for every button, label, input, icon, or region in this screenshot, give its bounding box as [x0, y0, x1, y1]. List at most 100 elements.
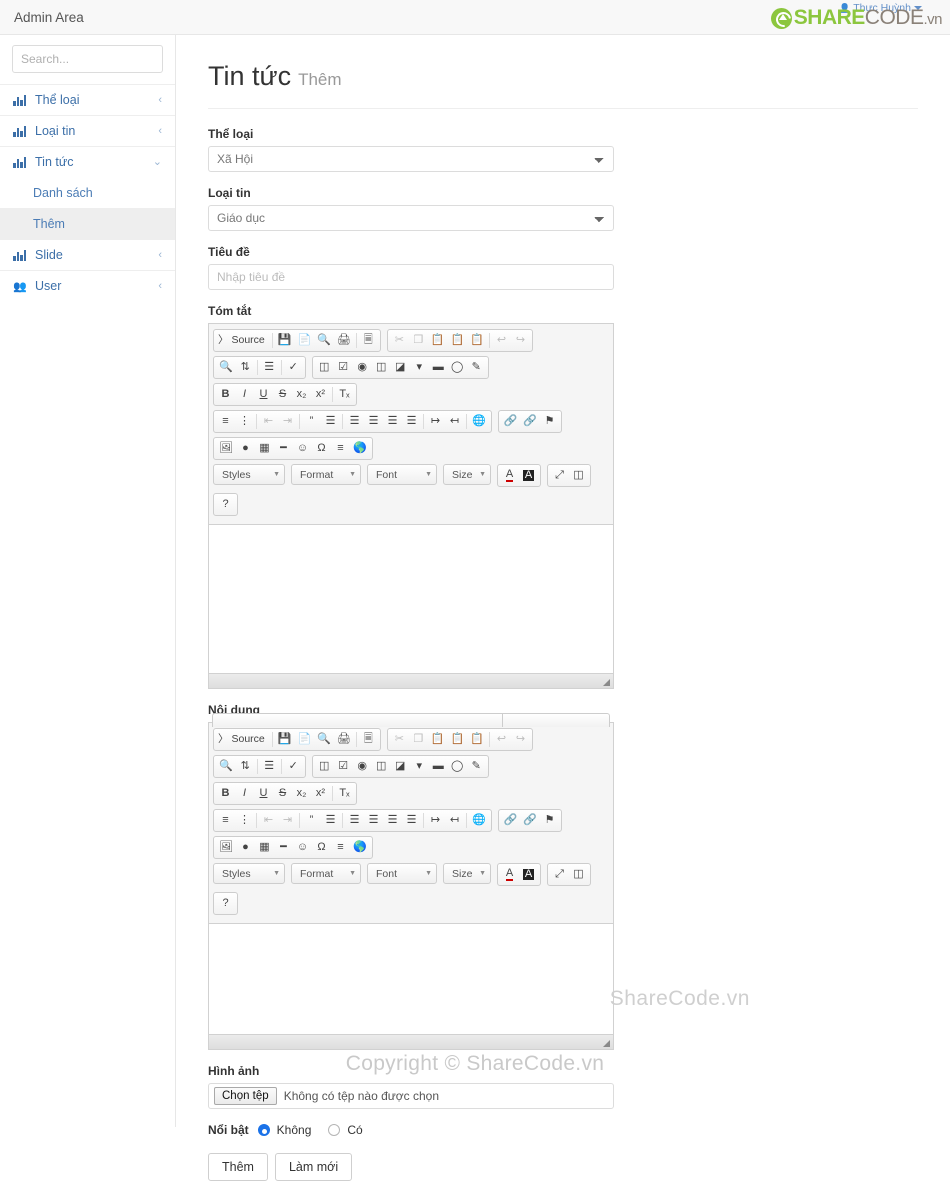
numbered-list-button[interactable]: ≡	[216, 412, 235, 431]
superscript-button[interactable]: x²	[311, 784, 330, 803]
special-char-button[interactable]: Ω	[312, 439, 331, 458]
align-right-button[interactable]: ☰	[383, 412, 402, 431]
anchor-button[interactable]: ⚑	[540, 412, 559, 431]
align-justify-button[interactable]: ☰	[402, 811, 421, 830]
size-select[interactable]: Size ▼	[443, 863, 491, 884]
horizontal-rule-button[interactable]: ━	[274, 838, 293, 857]
ltr-button[interactable]: ↦	[426, 811, 445, 830]
about-button[interactable]: ?	[216, 894, 235, 913]
paste-word-button[interactable]: 📋	[467, 331, 487, 350]
ltr-button[interactable]: ↦	[426, 412, 445, 431]
align-left-button[interactable]: ☰	[345, 811, 364, 830]
preview-button[interactable]: 🔍	[314, 730, 334, 749]
styles-select[interactable]: Styles ▼	[213, 464, 285, 485]
find-button[interactable]: 🔍	[216, 358, 236, 377]
bg-color-button[interactable]: A	[519, 466, 538, 485]
checkbox-button[interactable]: ☑	[334, 358, 353, 377]
paste-button[interactable]: 📋	[428, 730, 448, 749]
link-button[interactable]: 🔗	[501, 811, 521, 830]
maximize-button[interactable]: ⤢	[550, 466, 569, 485]
language-button[interactable]: 🌐	[469, 811, 489, 830]
form-button[interactable]: ◫	[315, 358, 334, 377]
paste-text-button[interactable]: 📋	[448, 331, 468, 350]
blockquote-button[interactable]: ”	[302, 811, 321, 830]
numbered-list-button[interactable]: ≡	[216, 811, 235, 830]
iframe-button[interactable]: 🌎	[350, 838, 370, 857]
preview-button[interactable]: 🔍	[314, 331, 334, 350]
italic-button[interactable]: I	[235, 784, 254, 803]
print-button[interactable]: 🖨	[334, 730, 354, 749]
image-button[interactable]: 🖼	[216, 838, 236, 857]
underline-button[interactable]: U	[254, 385, 273, 404]
format-select[interactable]: Format ▼	[291, 464, 361, 485]
search-input[interactable]	[13, 46, 162, 72]
print-button[interactable]: 🖨	[334, 331, 354, 350]
image-button-button[interactable]: ◯	[448, 358, 467, 377]
new-page-button[interactable]: 📄	[294, 730, 314, 749]
table-button[interactable]: ▦	[255, 439, 274, 458]
resize-grip-icon[interactable]	[603, 679, 610, 686]
page-break-button[interactable]: ≡	[331, 838, 350, 857]
sidebar-item-them[interactable]: Thêm	[0, 208, 175, 239]
sidebar-item-slide[interactable]: Slide ‹	[0, 239, 175, 270]
text-field-button[interactable]: ◫	[372, 757, 391, 776]
templates-button[interactable]: 🗏	[359, 331, 378, 350]
rtl-button[interactable]: ↤	[445, 412, 464, 431]
tom-tat-editor-body[interactable]	[209, 525, 613, 673]
paste-word-button[interactable]: 📋	[467, 730, 487, 749]
styles-select[interactable]: Styles ▼	[213, 863, 285, 884]
subscript-button[interactable]: x₂	[292, 784, 311, 803]
bold-button[interactable]: B	[216, 385, 235, 404]
the-loai-select[interactable]: Xã Hội	[208, 146, 614, 172]
italic-button[interactable]: I	[235, 385, 254, 404]
iframe-button[interactable]: 🌎	[350, 439, 370, 458]
spellcheck-button[interactable]: ✓	[284, 358, 303, 377]
subscript-button[interactable]: x₂	[292, 385, 311, 404]
loai-tin-select[interactable]: Giáo dục	[208, 205, 614, 231]
save-button[interactable]: 💾	[275, 331, 295, 350]
submit-button[interactable]: Thêm	[208, 1153, 268, 1181]
underline-button[interactable]: U	[254, 784, 273, 803]
remove-format-button[interactable]: Tₓ	[335, 784, 354, 803]
smiley-button[interactable]: ☺	[293, 439, 312, 458]
create-div-button[interactable]: ☰	[321, 412, 340, 431]
paste-text-button[interactable]: 📋	[448, 730, 468, 749]
bulleted-list-button[interactable]: ⋮	[235, 412, 254, 431]
horizontal-rule-button[interactable]: ━	[274, 439, 293, 458]
radio-button[interactable]: ◉	[353, 358, 372, 377]
reset-button[interactable]: Làm mới	[274, 1153, 353, 1181]
show-blocks-button[interactable]: ◫	[569, 865, 588, 884]
find-button[interactable]: 🔍	[216, 757, 236, 776]
paste-button[interactable]: 📋	[428, 331, 448, 350]
superscript-button[interactable]: x²	[311, 385, 330, 404]
flash-button[interactable]: ●	[236, 838, 255, 857]
button-field-button[interactable]: ▬	[429, 757, 448, 776]
select-all-button[interactable]: ☰	[260, 358, 279, 377]
hidden-field-button[interactable]: ✎	[467, 757, 486, 776]
save-button[interactable]: 💾	[275, 730, 295, 749]
sidebar-item-loai-tin[interactable]: Loại tin ‹	[0, 115, 175, 146]
strike-button[interactable]: S	[273, 784, 292, 803]
image-button-button[interactable]: ◯	[448, 757, 467, 776]
spellcheck-button[interactable]: ✓	[284, 757, 303, 776]
sidebar-item-tin-tuc[interactable]: Tin tức ⌄	[0, 146, 175, 177]
hinh-anh-file-input[interactable]: Chọn tệp Không có tệp nào được chọn	[208, 1083, 614, 1109]
select-all-button[interactable]: ☰	[260, 757, 279, 776]
about-button[interactable]: ?	[216, 495, 235, 514]
anchor-button[interactable]: ⚑	[540, 811, 559, 830]
image-button[interactable]: 🖼	[216, 439, 236, 458]
choose-file-button[interactable]: Chọn tệp	[214, 1087, 277, 1105]
replace-button[interactable]: ⇅	[236, 358, 255, 377]
radio-button[interactable]: ◉	[353, 757, 372, 776]
button-field-button[interactable]: ▬	[429, 358, 448, 377]
select-field-button[interactable]: ▾	[410, 358, 429, 377]
bg-color-button[interactable]: A	[519, 865, 538, 884]
align-right-button[interactable]: ☰	[383, 811, 402, 830]
bold-button[interactable]: B	[216, 784, 235, 803]
hidden-field-button[interactable]: ✎	[467, 358, 486, 377]
align-left-button[interactable]: ☰	[345, 412, 364, 431]
text-color-button[interactable]: A	[500, 466, 519, 485]
noi-dung-editor-body[interactable]	[209, 924, 613, 1034]
noi-bat-radio-khong[interactable]	[257, 1124, 270, 1136]
language-button[interactable]: 🌐	[469, 412, 489, 431]
